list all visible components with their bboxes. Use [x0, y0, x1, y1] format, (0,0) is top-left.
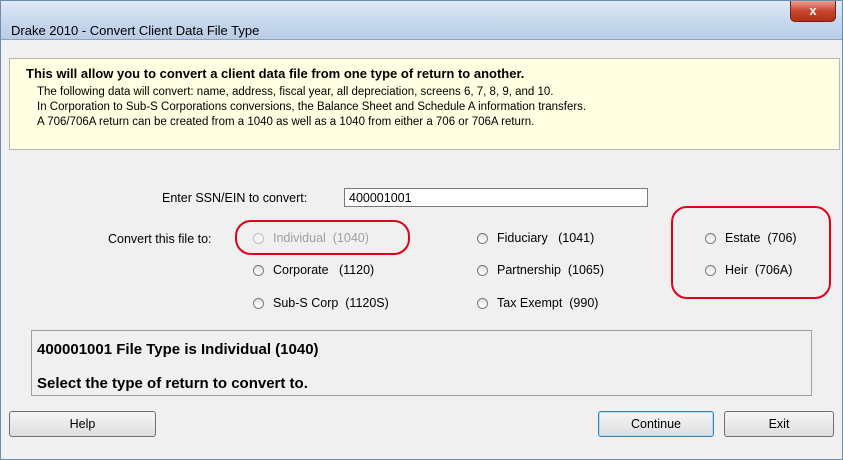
convert-dialog: Drake 2010 - Convert Client Data File Ty…: [0, 0, 843, 460]
radio-circle-icon[interactable]: [477, 264, 488, 276]
convert-label: Convert this file to:: [108, 232, 212, 246]
help-button[interactable]: Help: [9, 411, 156, 437]
radio-tax-exempt-990[interactable]: Tax Exempt (990): [477, 296, 598, 310]
window-title: Drake 2010 - Convert Client Data File Ty…: [11, 23, 260, 38]
radio-circle-icon[interactable]: [477, 232, 488, 244]
title-bar[interactable]: Drake 2010 - Convert Client Data File Ty…: [1, 1, 842, 40]
radio-label[interactable]: Tax Exempt (990): [497, 296, 598, 310]
highlight-annotation: [671, 206, 831, 299]
radio-label[interactable]: Sub-S Corp (1120S): [273, 296, 389, 310]
radio-label[interactable]: Fiduciary (1041): [497, 231, 594, 245]
info-heading: This will allow you to convert a client …: [26, 66, 525, 81]
radio-subs-corp-1120s[interactable]: Sub-S Corp (1120S): [253, 296, 389, 310]
radio-partnership-1065[interactable]: Partnership (1065): [477, 263, 604, 277]
close-icon: x: [809, 3, 817, 18]
ssn-label: Enter SSN/EIN to convert:: [162, 191, 308, 205]
status-panel: 400001001 File Type is Individual (1040)…: [31, 330, 812, 396]
status-instruction: Select the type of return to convert to.: [37, 375, 308, 392]
highlight-annotation: [235, 220, 410, 255]
radio-circle-icon[interactable]: [253, 264, 264, 276]
radio-label[interactable]: Partnership (1065): [497, 263, 604, 277]
radio-circle-icon[interactable]: [253, 297, 264, 309]
radio-label[interactable]: Corporate (1120): [273, 263, 374, 277]
info-line: A 706/706A return can be created from a …: [37, 116, 535, 128]
radio-circle-icon[interactable]: [477, 297, 488, 309]
continue-button[interactable]: Continue: [598, 411, 714, 437]
info-line: The following data will convert: name, a…: [37, 86, 554, 98]
close-button[interactable]: x: [790, 1, 836, 22]
radio-fiduciary-1041[interactable]: Fiduciary (1041): [477, 231, 594, 245]
exit-button[interactable]: Exit: [724, 411, 834, 437]
info-line: In Corporation to Sub-S Corporations con…: [37, 101, 587, 113]
ssn-input[interactable]: [344, 188, 648, 207]
radio-corporate-1120[interactable]: Corporate (1120): [253, 263, 374, 277]
status-file-type: 400001001 File Type is Individual (1040): [37, 341, 319, 358]
